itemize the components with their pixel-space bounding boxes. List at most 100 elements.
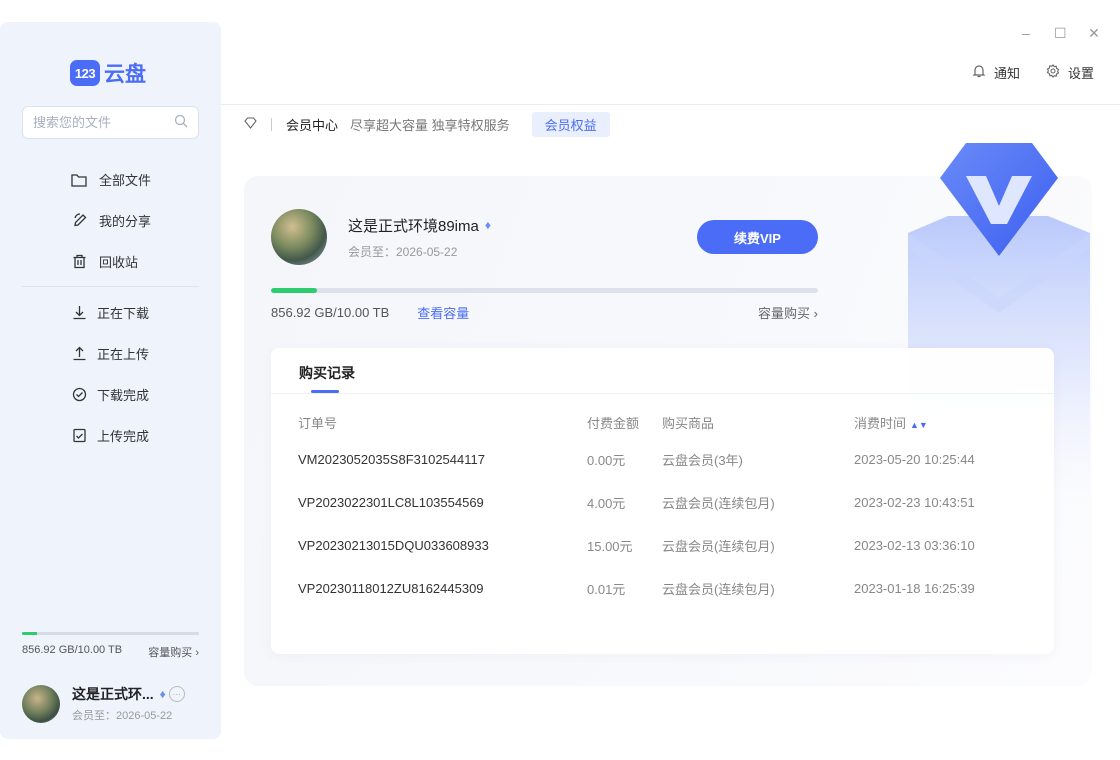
amount-cell: 15.00元 <box>587 539 633 554</box>
table-header: 订单号 付费金额 购买商品 消费时间 ▲▼ <box>298 406 1014 438</box>
notify-label: 通知 <box>993 66 1020 81</box>
notify-button[interactable]: 通知 <box>972 63 1020 82</box>
sidebar-user-name: 这是正式环... <box>72 686 154 702</box>
time-cell: 2023-05-20 10:25:44 <box>854 452 975 467</box>
sidebar-item-uploading[interactable]: 正在上传 <box>0 333 221 374</box>
col-order-no: 订单号 <box>298 415 338 431</box>
tab-purchase-records[interactable]: 购买记录 <box>299 363 355 383</box>
table-row[interactable]: VP2023022301LC8L103554569 4.00元 云盘会员(连续包… <box>298 481 1014 524</box>
sidebar-quota-fill <box>22 632 37 635</box>
member-benefits-tag[interactable]: 会员权益 <box>531 112 610 137</box>
view-quota-link[interactable]: 查看容量 <box>417 303 469 322</box>
window-controls: – ☐ ✕ <box>1020 25 1100 42</box>
product-cell: 云盘会员(连续包月) <box>662 496 775 511</box>
more-icon[interactable]: ··· <box>168 686 185 702</box>
topbar-divider <box>221 104 1120 105</box>
vip-diamond-outline-icon <box>244 117 257 132</box>
download-icon <box>70 304 88 322</box>
settings-label: 设置 <box>1067 66 1094 81</box>
records-table: 订单号 付费金额 购买商品 消费时间 ▲▼ VM2023052035S8F3102… <box>298 406 1014 610</box>
search-icon[interactable] <box>174 114 188 131</box>
search-input[interactable] <box>33 115 174 130</box>
time-cell: 2023-01-18 16:25:39 <box>854 581 975 596</box>
col-time-label: 消费时间 <box>854 415 907 431</box>
check-file-icon <box>70 427 88 445</box>
table-row[interactable]: VP20230118012ZU8162445309 0.01元 云盘会员(连续包… <box>298 567 1014 610</box>
upload-icon <box>70 345 88 363</box>
vip-diamond-icon: ♦ <box>484 218 491 232</box>
avatar[interactable] <box>271 209 327 265</box>
avatar[interactable] <box>22 684 60 723</box>
chevron-right-icon: › <box>195 647 199 659</box>
trash-icon <box>70 253 88 271</box>
table-row[interactable]: VM2023052035S8F3102544117 0.00元 云盘会员(3年)… <box>298 438 1014 481</box>
sidebar-item-upload-done[interactable]: 上传完成 <box>0 415 221 456</box>
sidebar-item-label: 正在上传 <box>97 347 150 362</box>
logo-badge: 123 <box>70 60 100 86</box>
product-cell: 云盘会员(连续包月) <box>662 582 775 597</box>
sidebar-item-downloading[interactable]: 正在下载 <box>0 292 221 333</box>
sidebar-item-my-share[interactable]: 我的分享 <box>0 200 221 241</box>
quota-fill <box>271 288 317 293</box>
amount-cell: 4.00元 <box>587 496 626 511</box>
maximize-icon[interactable]: ☐ <box>1054 25 1067 42</box>
amount-cell: 0.00元 <box>587 453 626 468</box>
close-icon[interactable]: ✕ <box>1088 25 1100 42</box>
product-cell: 云盘会员(连续包月) <box>662 539 775 554</box>
logo-text: 云盘 <box>104 63 146 86</box>
tab-divider <box>271 393 1054 394</box>
renew-vip-button[interactable]: 续费VIP <box>697 220 818 254</box>
bell-icon <box>972 64 986 81</box>
col-amount: 付费金额 <box>587 415 640 431</box>
time-cell: 2023-02-13 03:36:10 <box>854 538 975 553</box>
buy-quota-label: 容量购买 <box>758 306 811 321</box>
sidebar-quota: 856.92 GB/10.00 TB 容量购买 › <box>22 632 199 660</box>
page-title: 会员中心 <box>286 118 339 133</box>
sort-icon[interactable]: ▲▼ <box>910 420 928 430</box>
gear-icon <box>1046 64 1060 81</box>
product-cell: 云盘会员(3年) <box>662 453 743 468</box>
amount-cell: 0.01元 <box>587 582 626 597</box>
minimize-icon[interactable]: – <box>1020 25 1032 42</box>
topbar: 通知 设置 <box>972 63 1094 82</box>
sidebar-item-label: 我的分享 <box>99 214 152 229</box>
sidebar-item-recycle-bin[interactable]: 回收站 <box>0 241 221 282</box>
nav-primary: 全部文件 我的分享 回收站 <box>0 159 221 282</box>
breadcrumb: 会员中心 尽享超大容量 独享特权服务 会员权益 <box>244 112 610 137</box>
app-logo[interactable]: 123 云盘 <box>70 58 146 88</box>
order-no-cell: VP20230213015DQU033608933 <box>298 538 489 553</box>
col-product: 购买商品 <box>662 415 715 431</box>
col-time-sort[interactable]: 消费时间 ▲▼ <box>854 413 1014 432</box>
buy-quota-link[interactable]: 容量购买 › <box>758 303 818 322</box>
sidebar-item-all-files[interactable]: 全部文件 <box>0 159 221 200</box>
sidebar-user-expire: 会员至：2026-05-22 <box>72 710 173 722</box>
sidebar-user[interactable]: 这是正式环... ♦ ··· 会员至：2026-05-22 <box>22 684 199 723</box>
check-circle-icon <box>70 386 88 404</box>
page-subtitle: 尽享超大容量 独享特权服务 <box>350 118 510 133</box>
settings-button[interactable]: 设置 <box>1046 63 1094 82</box>
vip-diamond-icon: ♦ <box>159 687 166 701</box>
quota-text: 856.92 GB/10.00 TB <box>271 305 390 320</box>
search-box <box>22 106 199 139</box>
share-icon <box>70 212 88 230</box>
profile-quota: 856.92 GB/10.00 TB 查看容量 容量购买 › <box>271 288 818 322</box>
profile-name: 这是正式环境89ima <box>348 217 479 235</box>
profile-expire: 会员至：2026-05-22 <box>348 244 458 259</box>
sidebar-item-label: 下载完成 <box>97 388 150 403</box>
sidebar-quota-text: 856.92 GB/10.00 TB <box>22 644 123 656</box>
chevron-right-icon: › <box>813 306 818 321</box>
sidebar-buy-quota-link[interactable]: 容量购买 › <box>148 644 199 660</box>
nav-divider <box>22 286 199 287</box>
nav-transfer: 正在下载 正在上传 下载完成 上传完成 <box>0 292 221 456</box>
sidebar-quota-bar <box>22 632 199 635</box>
time-cell: 2023-02-23 10:43:51 <box>854 495 975 510</box>
table-row[interactable]: VP20230213015DQU033608933 15.00元 云盘会员(连续… <box>298 524 1014 567</box>
profile-header: 这是正式环境89ima ♦ 会员至：2026-05-22 <box>271 209 491 265</box>
sidebar-item-download-done[interactable]: 下载完成 <box>0 374 221 415</box>
sidebar-item-label: 回收站 <box>99 255 139 270</box>
order-no-cell: VM2023052035S8F3102544117 <box>298 452 485 467</box>
quota-bar <box>271 288 818 293</box>
breadcrumb-separator <box>271 118 272 131</box>
sidebar-item-label: 上传完成 <box>97 429 150 444</box>
sidebar-item-label: 正在下载 <box>97 306 150 321</box>
